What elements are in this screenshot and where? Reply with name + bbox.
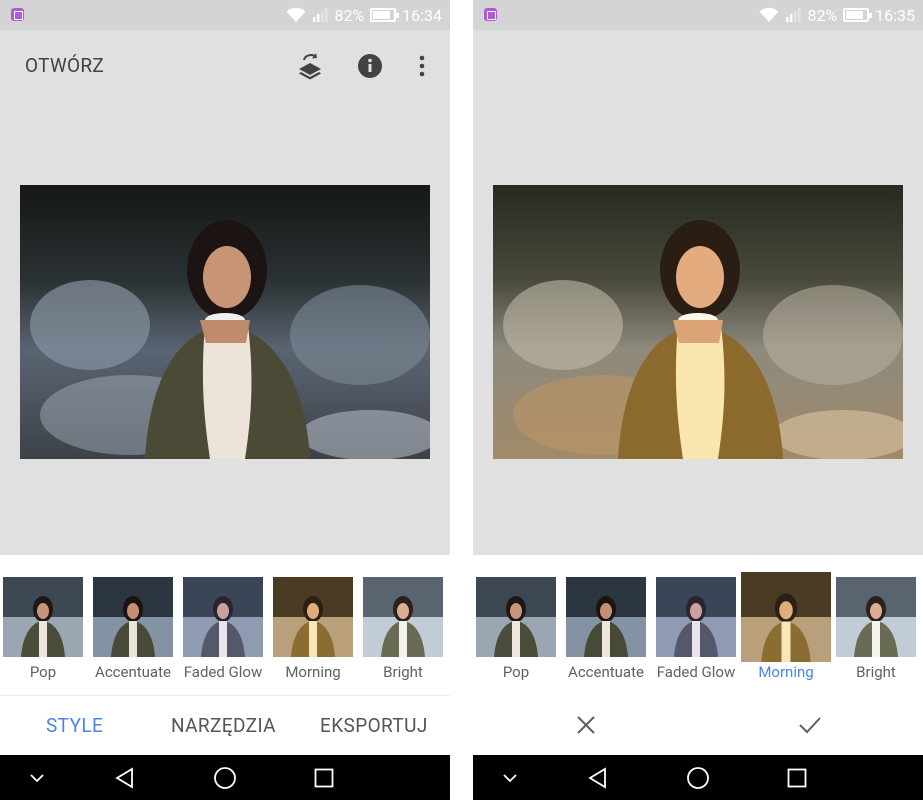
edited-photo[interactable] — [20, 185, 430, 459]
filter-accentuate[interactable]: Accentuate — [93, 577, 173, 681]
battery-icon — [370, 8, 400, 22]
info-icon[interactable] — [354, 50, 386, 82]
nav-back-icon[interactable] — [583, 763, 613, 793]
tab-tools[interactable]: NARZĘDZIA — [171, 714, 276, 737]
filter-faded-glow[interactable]: Faded Glow — [656, 577, 736, 681]
nav-collapse-icon[interactable] — [22, 763, 52, 793]
filter-label: Faded Glow — [656, 663, 736, 681]
status-bar: 82% 16:34 — [0, 0, 450, 30]
nav-recents-icon[interactable] — [309, 763, 339, 793]
android-nav-bar — [473, 755, 923, 800]
nav-collapse-icon[interactable] — [495, 763, 525, 793]
filter-thumbnail — [93, 577, 173, 657]
nav-recents-icon[interactable] — [782, 763, 812, 793]
filter-thumbnail — [741, 572, 831, 662]
tab-export[interactable]: EKSPORTUJ — [320, 714, 428, 737]
style-filter-strip: Pop Accentuate Faded Glow Morning Bright — [0, 555, 450, 695]
status-time: 16:34 — [402, 5, 442, 25]
battery-icon — [843, 8, 873, 22]
battery-percent: 82% — [807, 5, 838, 25]
signal-icon — [786, 8, 801, 22]
phone-screen-after: 82% 16:35 Pop Accentuate Faded Glow Morn… — [473, 0, 923, 800]
status-indicators: 82% 16:35 — [759, 5, 915, 25]
filter-label: Morning — [285, 663, 341, 681]
filter-bright[interactable]: Bright — [836, 577, 916, 681]
phone-screen-before: 82% 16:34 OTWÓRZ Pop Accentuate Faded Gl… — [0, 0, 450, 800]
image-canvas[interactable] — [0, 102, 450, 555]
layers-refresh-icon[interactable] — [294, 50, 326, 82]
nav-home-icon[interactable] — [683, 763, 713, 793]
nav-home-icon[interactable] — [210, 763, 240, 793]
filter-morning[interactable]: Morning — [273, 577, 353, 681]
status-bar: 82% 16:35 — [473, 0, 923, 30]
top-toolbar: OTWÓRZ — [0, 30, 450, 102]
filter-thumbnail — [836, 577, 916, 657]
filter-thumbnail — [476, 577, 556, 657]
notification-app-icon — [484, 8, 497, 21]
filter-thumbnail — [656, 577, 736, 657]
filter-label: Bright — [383, 663, 423, 681]
filter-thumbnail — [363, 577, 443, 657]
check-icon[interactable] — [793, 708, 827, 742]
signal-icon — [313, 8, 328, 22]
wifi-icon — [286, 7, 306, 22]
filter-bright[interactable]: Bright — [363, 577, 443, 681]
screenshot-comparison: 82% 16:34 OTWÓRZ Pop Accentuate Faded Gl… — [0, 0, 923, 800]
style-filter-strip: Pop Accentuate Faded Glow Morning Bright — [473, 555, 923, 695]
filter-label: Morning — [758, 663, 814, 681]
filter-label: Accentuate — [568, 663, 644, 681]
filter-pop[interactable]: Pop — [3, 577, 83, 681]
filter-thumbnail — [3, 577, 83, 657]
divider — [450, 0, 473, 800]
filter-label: Pop — [29, 663, 57, 681]
image-canvas[interactable] — [473, 102, 923, 555]
filter-pop[interactable]: Pop — [476, 577, 556, 681]
status-time: 16:35 — [875, 5, 915, 25]
edited-photo[interactable] — [493, 185, 903, 459]
android-nav-bar — [0, 755, 450, 800]
filter-thumbnail — [183, 577, 263, 657]
filter-faded-glow[interactable]: Faded Glow — [183, 577, 263, 681]
more-vert-icon[interactable] — [406, 50, 438, 82]
filter-accentuate[interactable]: Accentuate — [566, 577, 646, 681]
filter-morning[interactable]: Morning — [741, 572, 831, 681]
filter-thumbnail — [273, 577, 353, 657]
filter-label: Bright — [856, 663, 896, 681]
filter-label: Accentuate — [95, 663, 171, 681]
wifi-icon — [759, 7, 779, 22]
filter-thumbnail — [566, 577, 646, 657]
battery-percent: 82% — [334, 5, 365, 25]
filter-label: Pop — [502, 663, 530, 681]
tab-style[interactable]: STYLE — [46, 714, 103, 737]
status-indicators: 82% 16:34 — [286, 5, 442, 25]
nav-back-icon[interactable] — [110, 763, 140, 793]
bottom-tab-bar: STYLE NARZĘDZIA EKSPORTUJ — [0, 695, 450, 755]
apply-cancel-bar — [473, 695, 923, 755]
open-button[interactable]: OTWÓRZ — [25, 54, 104, 77]
close-icon[interactable] — [569, 708, 603, 742]
filter-label: Faded Glow — [183, 663, 263, 681]
notification-app-icon — [11, 8, 24, 21]
